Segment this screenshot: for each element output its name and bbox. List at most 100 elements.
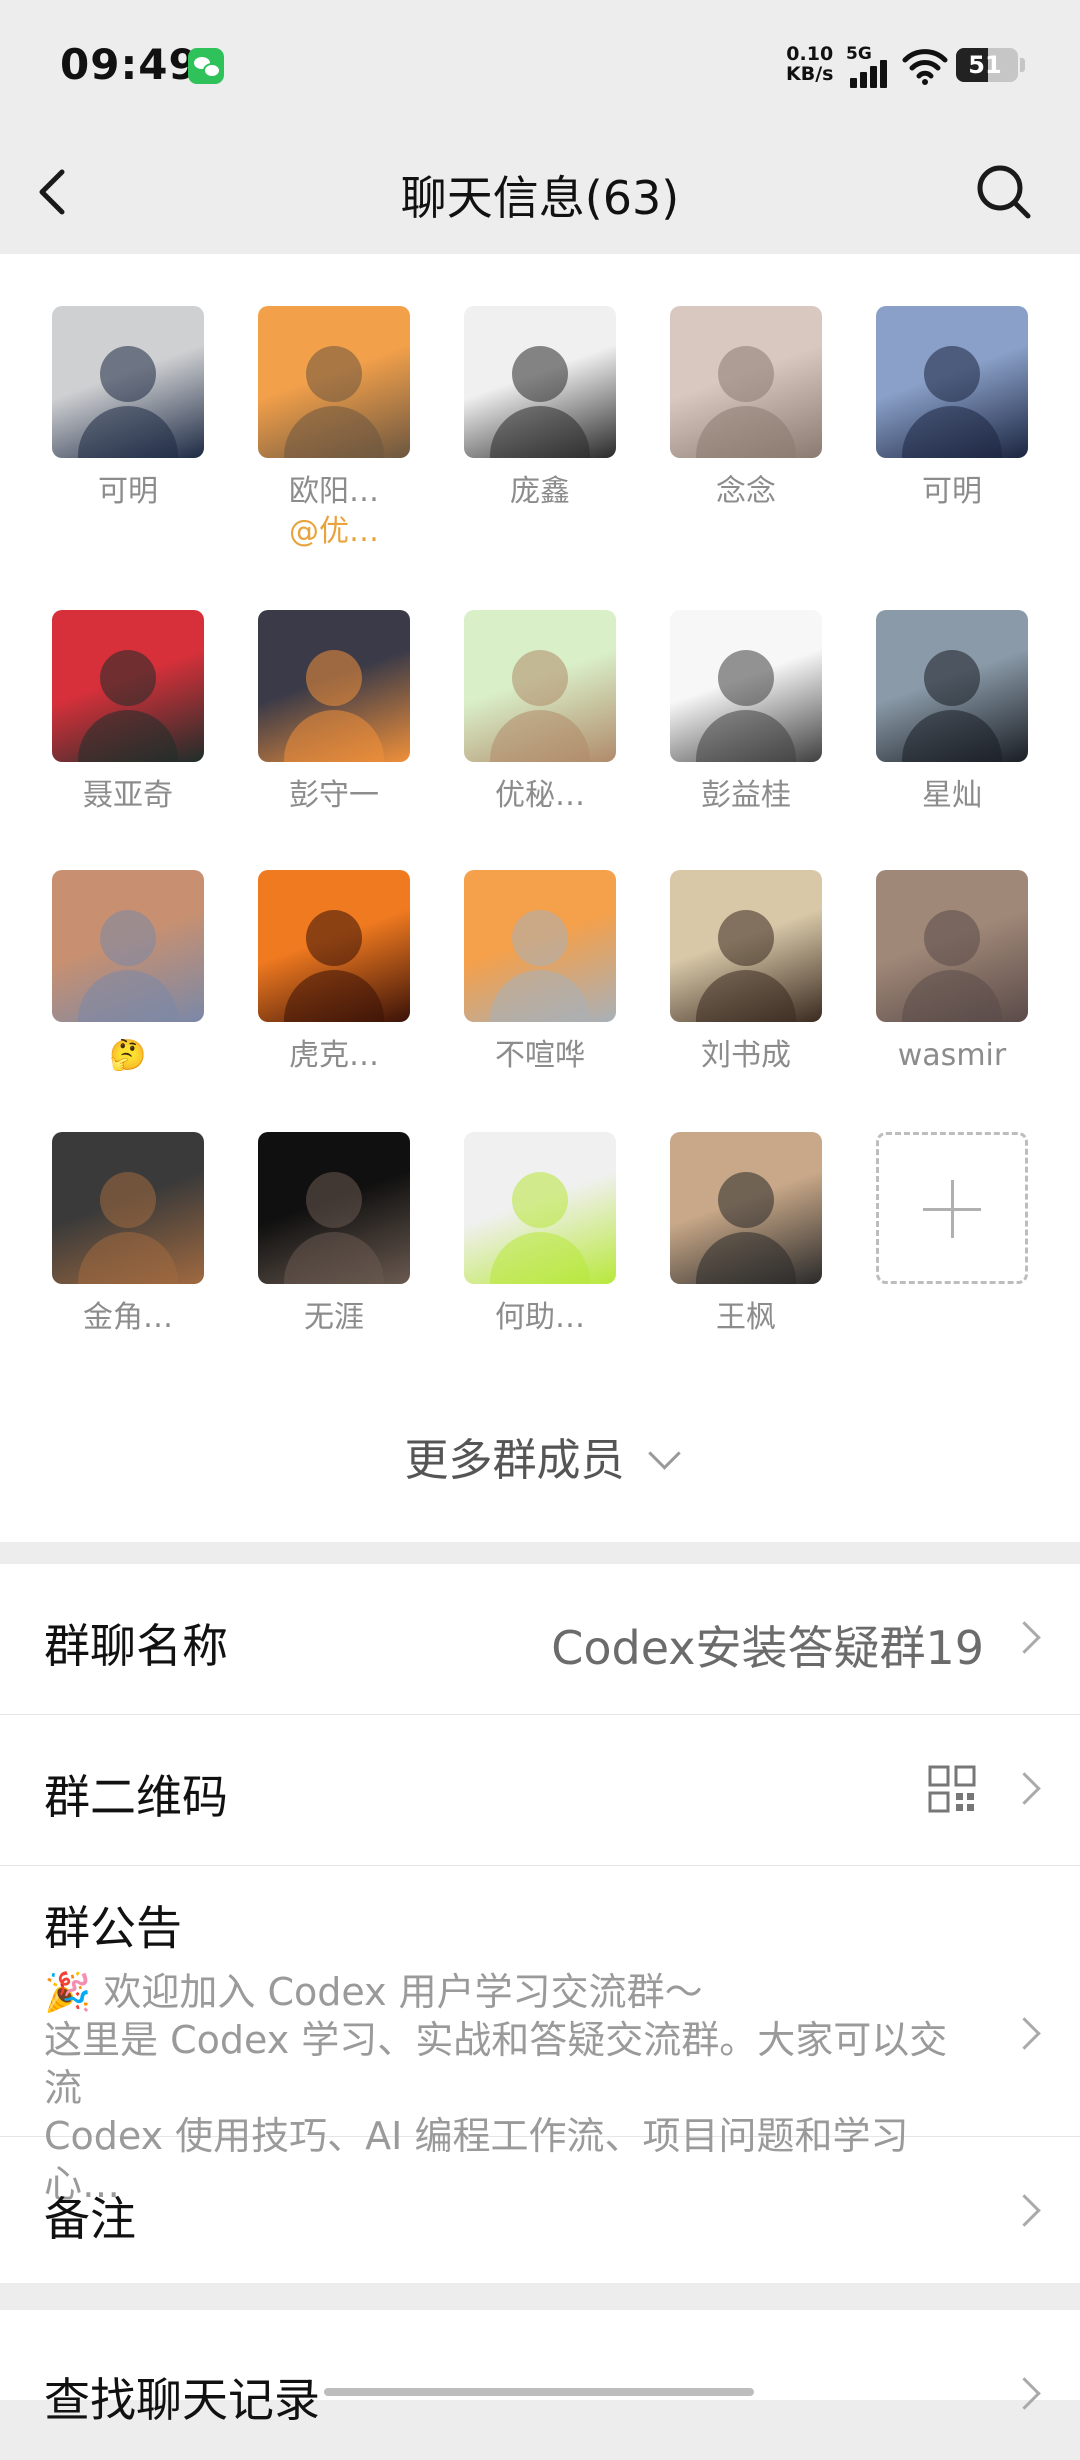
chevron-right-icon <box>1008 1621 1041 1654</box>
group-notice-row[interactable]: 群公告 🎉 欢迎加入 Codex 用户学习交流群～ 这里是 Codex 学习、实… <box>0 1866 1080 2206</box>
member-item[interactable]: 优秘… <box>464 610 616 816</box>
member-name: 优秘… <box>495 778 585 813</box>
member-name: 刘书成 <box>701 1038 791 1073</box>
wifi-icon <box>902 49 948 85</box>
member-item[interactable]: 庞鑫 <box>464 306 616 512</box>
member-item[interactable]: 念念 <box>670 306 822 512</box>
battery-tip <box>1020 58 1025 72</box>
network-speed: 0.10 KB/s <box>786 43 834 85</box>
avatar-body <box>78 1232 178 1284</box>
group-name-row[interactable]: 群聊名称 Codex安装答疑群19 <box>0 1564 1080 1715</box>
avatar-figure <box>306 1172 362 1228</box>
avatar <box>670 1132 822 1284</box>
chevron-right-icon <box>1008 1772 1041 1805</box>
wechat-icon <box>188 48 224 84</box>
remark-label: 备注 <box>44 2192 136 2246</box>
chevron-right-icon <box>1008 2017 1041 2050</box>
remark-row[interactable]: 备注 <box>0 2137 1080 2283</box>
member-name: 星灿 <box>922 778 982 813</box>
avatar-figure <box>924 910 980 966</box>
group-qr-label: 群二维码 <box>44 1770 228 1824</box>
avatar-body <box>490 1232 590 1284</box>
avatar <box>258 870 410 1022</box>
avatar <box>52 870 204 1022</box>
avatar-figure <box>718 1172 774 1228</box>
member-name: 彭守一 <box>289 778 379 813</box>
avatar-body <box>490 406 590 458</box>
member-name: 念念 <box>716 474 776 509</box>
avatar-body <box>78 710 178 762</box>
member-item[interactable]: 星灿 <box>876 610 1028 816</box>
avatar-figure <box>718 346 774 402</box>
member-grid: 可明 欧阳… @优… 庞鑫 念念 可明聂亚奇 彭守一 优秘… 彭益桂 星灿 🤔 虎克… 不喧哗 刘书成 wa… <box>0 254 1080 1542</box>
avatar-body <box>284 1232 384 1284</box>
member-name: 何助… <box>495 1300 585 1335</box>
member-item[interactable]: 虎克… <box>258 870 410 1076</box>
member-item[interactable]: 聂亚奇 <box>52 610 204 816</box>
member-name: 不喧哗 <box>495 1038 585 1073</box>
member-name: 可明 <box>98 474 158 509</box>
member-item[interactable]: wasmir <box>876 870 1028 1076</box>
avatar <box>670 610 822 762</box>
avatar-figure <box>718 910 774 966</box>
avatar-body <box>78 970 178 1022</box>
avatar <box>258 1132 410 1284</box>
avatar <box>52 306 204 458</box>
avatar-figure <box>100 650 156 706</box>
add-member-button[interactable] <box>876 1132 1028 1284</box>
search-icon[interactable] <box>972 160 1036 224</box>
avatar-body <box>902 710 1002 762</box>
member-item[interactable]: 王枫 <box>670 1132 822 1338</box>
status-bar: 09:49 0.10 KB/s 5G 51 <box>0 0 1080 130</box>
avatar-figure <box>718 650 774 706</box>
member-mention: @优… <box>289 514 379 549</box>
page-title: 聊天信息(63) <box>400 171 680 225</box>
member-item[interactable]: 不喧哗 <box>464 870 616 1076</box>
avatar <box>258 610 410 762</box>
member-item[interactable]: 刘书成 <box>670 870 822 1076</box>
member-item[interactable]: 欧阳… @优… <box>258 306 410 552</box>
member-item[interactable]: 无涯 <box>258 1132 410 1338</box>
avatar <box>464 1132 616 1284</box>
avatar-body <box>284 406 384 458</box>
avatar-body <box>78 406 178 458</box>
search-history-row[interactable]: 查找聊天记录 <box>0 2310 1080 2460</box>
avatar-figure <box>306 650 362 706</box>
avatar <box>464 870 616 1022</box>
home-indicator[interactable] <box>324 2388 754 2396</box>
avatar-body <box>284 710 384 762</box>
avatar-figure <box>512 1172 568 1228</box>
group-name-label: 群聊名称 <box>44 1619 228 1673</box>
more-members-button[interactable]: 更多群成员 <box>0 1424 1080 1488</box>
member-item[interactable]: 彭守一 <box>258 610 410 816</box>
avatar <box>52 1132 204 1284</box>
avatar-figure <box>306 910 362 966</box>
avatar-figure <box>924 650 980 706</box>
avatar-figure <box>306 346 362 402</box>
avatar-figure <box>100 910 156 966</box>
member-item[interactable]: 🤔 <box>52 870 204 1076</box>
avatar-figure <box>100 346 156 402</box>
nav-bar: 聊天信息(63) <box>0 130 1080 254</box>
avatar <box>670 306 822 458</box>
search-history-label: 查找聊天记录 <box>44 2373 320 2427</box>
member-item[interactable]: 可明 <box>52 306 204 512</box>
member-item[interactable]: 何助… <box>464 1132 616 1338</box>
avatar <box>876 610 1028 762</box>
member-item[interactable]: 彭益桂 <box>670 610 822 816</box>
battery-icon: 51 <box>956 48 1018 82</box>
member-item[interactable]: 可明 <box>876 306 1028 512</box>
avatar-figure <box>924 346 980 402</box>
member-name: 庞鑫 <box>510 474 570 509</box>
member-name: 可明 <box>922 474 982 509</box>
avatar-body <box>902 406 1002 458</box>
avatar <box>464 306 616 458</box>
avatar <box>52 610 204 762</box>
qr-code-icon <box>928 1765 976 1813</box>
member-item[interactable]: 金角… <box>52 1132 204 1338</box>
group-qr-row[interactable]: 群二维码 <box>0 1715 1080 1866</box>
signal-icon <box>850 60 894 88</box>
member-name: 王枫 <box>716 1300 776 1335</box>
member-name: 欧阳… <box>289 474 379 509</box>
avatar <box>258 306 410 458</box>
